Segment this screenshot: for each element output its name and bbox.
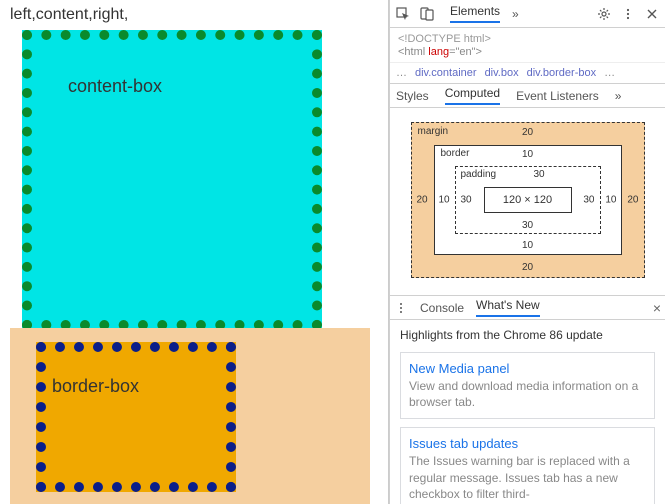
border-label: border (441, 148, 470, 159)
card-title-link[interactable]: New Media panel (409, 361, 646, 376)
styles-subtabs: Styles Computed Event Listeners » (390, 84, 665, 108)
devtools-toolbar: Elements » (390, 0, 665, 28)
box-model-border: border 10 10 10 10 padding 30 30 30 30 1… (434, 145, 622, 255)
border-box-label: border-box (52, 376, 139, 396)
devtools-tabs: Elements » (444, 2, 525, 26)
drawer-tab-console[interactable]: Console (420, 301, 464, 315)
browser-page: left,content,right, content-box border-b… (0, 0, 389, 504)
breadcrumb-trail: … (604, 67, 615, 79)
inspect-icon[interactable] (396, 7, 410, 21)
drawer-tabs: Console What's New × (390, 296, 665, 320)
subtab-computed[interactable]: Computed (445, 86, 500, 105)
border-box-demo: border-box (36, 342, 236, 492)
breadcrumb-item[interactable]: div.box (485, 67, 519, 79)
kebab-icon[interactable] (621, 7, 635, 21)
card-desc: View and download media information on a… (409, 378, 646, 410)
page-text: left,content,right, (10, 6, 378, 24)
breadcrumb-ellipsis[interactable]: … (396, 67, 407, 79)
card-desc: The Issues warning bar is replaced with … (409, 453, 646, 502)
devtools-panel: Elements » <!DOCTYPE html> <html lang="e… (389, 0, 665, 504)
tabs-overflow-icon[interactable]: » (512, 7, 519, 21)
drawer-body: Highlights from the Chrome 86 update New… (390, 320, 665, 504)
border-box-wrapper: border-box (10, 328, 370, 504)
breadcrumb-item[interactable]: div.border-box (527, 67, 597, 79)
card-title-link[interactable]: Issues tab updates (409, 436, 646, 451)
margin-label: margin (418, 126, 449, 137)
content-box-label: content-box (68, 76, 282, 97)
subtab-styles[interactable]: Styles (396, 89, 429, 103)
box-model-margin: margin 20 20 20 20 border 10 10 10 10 pa… (411, 122, 645, 278)
whatsnew-card: Issues tab updates The Issues warning ba… (400, 427, 655, 504)
breadcrumb: … div.container div.box div.border-box … (390, 62, 665, 84)
box-model-widget[interactable]: margin 20 20 20 20 border 10 10 10 10 pa… (390, 108, 665, 296)
kebab-icon[interactable] (394, 301, 408, 315)
box-model-content: 120 × 120 (484, 187, 572, 213)
whatsnew-card: New Media panel View and download media … (400, 352, 655, 419)
subtab-event-listeners[interactable]: Event Listeners (516, 89, 599, 103)
whatsnew-heading: Highlights from the Chrome 86 update (400, 328, 655, 342)
drawer-tab-whatsnew[interactable]: What's New (476, 298, 540, 317)
dom-tree[interactable]: <!DOCTYPE html> <html lang="en"> (390, 28, 665, 62)
subtabs-overflow-icon[interactable]: » (615, 89, 622, 103)
box-model-padding: padding 30 30 30 30 120 × 120 (455, 166, 601, 234)
breadcrumb-item[interactable]: div.container (415, 67, 477, 79)
drawer-close-icon[interactable]: × (653, 300, 661, 316)
tab-elements[interactable]: Elements (450, 4, 500, 23)
close-icon[interactable] (645, 7, 659, 21)
content-box-demo: content-box (22, 30, 322, 330)
device-toggle-icon[interactable] (420, 7, 434, 21)
padding-label: padding (461, 169, 497, 180)
gear-icon[interactable] (597, 7, 611, 21)
